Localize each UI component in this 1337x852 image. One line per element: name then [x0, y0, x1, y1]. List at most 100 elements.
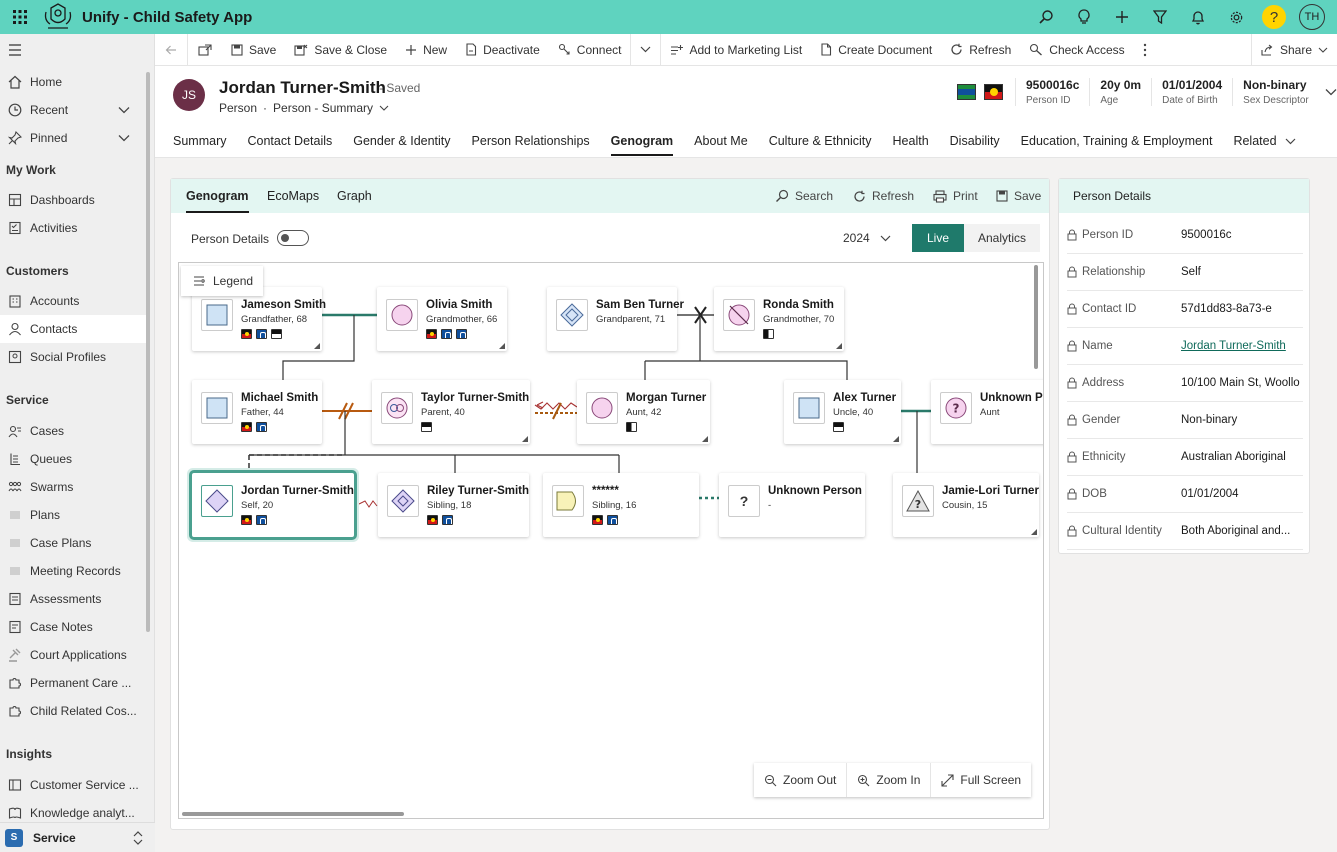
filter-icon[interactable]	[1141, 0, 1179, 34]
tab-education[interactable]: Education, Training & Employment	[1021, 126, 1213, 156]
chevron-down-icon[interactable]	[118, 134, 130, 142]
area-switcher[interactable]: S Service	[0, 822, 155, 852]
tab-about-me[interactable]: About Me	[694, 126, 748, 156]
person-card[interactable]: Ronda Smith Grandmother, 70	[714, 287, 844, 351]
more-commands-button[interactable]	[1134, 34, 1156, 66]
bell-icon[interactable]	[1179, 0, 1217, 34]
live-button[interactable]: Live	[912, 224, 964, 252]
sidebar-item-pinned[interactable]: Pinned	[0, 124, 150, 152]
person-card[interactable]: Sam Ben Turner Grandparent, 71	[547, 287, 684, 351]
check-access-button[interactable]: Check Access	[1020, 34, 1133, 66]
search-icon[interactable]	[1027, 0, 1065, 34]
tab-genogram-view[interactable]: Genogram	[186, 179, 249, 213]
sidebar-item-assessments[interactable]: Assessments	[0, 585, 150, 613]
connect-dropdown-button[interactable]	[631, 34, 660, 66]
resize-handle-icon[interactable]	[1031, 529, 1037, 535]
genogram-print-button[interactable]: Print	[933, 179, 978, 213]
sidebar-item-meeting-records[interactable]: Meeting Records	[0, 557, 150, 585]
sidebar-item-activities[interactable]: Activities	[0, 214, 150, 242]
add-icon[interactable]	[1103, 0, 1141, 34]
sidebar-item-court-applications[interactable]: Court Applications	[0, 641, 150, 669]
person-card-selected[interactable]: Jordan Turner-Smith Self, 20	[189, 470, 357, 540]
tab-related[interactable]: Related	[1233, 126, 1276, 156]
person-card[interactable]: Taylor Turner-Smith Parent, 40	[372, 380, 530, 444]
genogram-search-button[interactable]: Search	[775, 179, 833, 213]
person-card[interactable]: Riley Turner-Smith Sibling, 18	[378, 473, 529, 537]
tab-contact-details[interactable]: Contact Details	[247, 126, 332, 156]
open-new-window-button[interactable]	[188, 34, 222, 66]
form-selector[interactable]: Person - Summary	[273, 101, 373, 115]
gear-icon[interactable]	[1217, 0, 1255, 34]
legend-button[interactable]: Legend	[181, 266, 263, 296]
year-dropdown[interactable]: 2024	[843, 231, 891, 245]
resize-handle-icon[interactable]	[893, 436, 899, 442]
canvas-vertical-scrollbar[interactable]	[1034, 265, 1038, 369]
connect-button[interactable]: Connect	[549, 34, 631, 66]
deactivate-button[interactable]: Deactivate	[456, 34, 549, 66]
save-and-close-button[interactable]: Save & Close	[285, 34, 396, 66]
tab-health[interactable]: Health	[893, 126, 929, 156]
person-card[interactable]: ? Jamie-Lori Turner Cousin, 15	[893, 473, 1039, 537]
sidebar-item-accounts[interactable]: Accounts	[0, 287, 150, 315]
add-to-marketing-list-button[interactable]: Add to Marketing List	[661, 34, 811, 66]
zoom-out-button[interactable]: Zoom Out	[754, 763, 848, 797]
hamburger-menu-button[interactable]	[0, 36, 150, 64]
person-card[interactable]: ? Unknown Person -	[719, 473, 865, 537]
resize-handle-icon[interactable]	[702, 436, 708, 442]
sidebar-item-contacts[interactable]: Contacts	[0, 315, 150, 343]
sidebar-item-permanent-care[interactable]: Permanent Care ...	[0, 669, 150, 697]
sidebar-item-case-plans[interactable]: Case Plans	[0, 529, 150, 557]
zoom-in-button[interactable]: Zoom In	[847, 763, 932, 797]
resize-handle-icon[interactable]	[522, 436, 528, 442]
genogram-canvas[interactable]: Jameson Smith Grandfather, 68 Olivia Smi…	[178, 262, 1044, 819]
sidebar-item-queues[interactable]: Queues	[0, 445, 150, 473]
person-card[interactable]: ? Unknown Pa Aunt	[931, 380, 1043, 444]
person-card[interactable]: Morgan Turner Aunt, 42	[577, 380, 710, 444]
sidebar-item-social-profiles[interactable]: Social Profiles	[0, 343, 150, 371]
sidebar-item-recent[interactable]: Recent	[0, 96, 150, 124]
person-card[interactable]: ****** Sibling, 16	[543, 473, 699, 537]
refresh-button[interactable]: Refresh	[941, 34, 1020, 66]
resize-handle-icon[interactable]	[314, 343, 320, 349]
sidebar-item-home[interactable]: Home	[0, 68, 150, 96]
help-button[interactable]: ?	[1255, 0, 1293, 34]
lightbulb-icon[interactable]	[1065, 0, 1103, 34]
person-card[interactable]: Alex Turner Uncle, 40	[784, 380, 901, 444]
sidebar-scrollbar[interactable]	[146, 72, 150, 632]
canvas-horizontal-scrollbar[interactable]	[182, 812, 404, 816]
tab-graph[interactable]: Graph	[337, 179, 372, 213]
sidebar-item-case-notes[interactable]: Case Notes	[0, 613, 150, 641]
tab-genogram[interactable]: Genogram	[610, 126, 673, 156]
sidebar-item-cases[interactable]: Cases	[0, 417, 150, 445]
expand-header-icon[interactable]	[1319, 78, 1337, 96]
tab-ecomaps[interactable]: EcoMaps	[267, 179, 319, 213]
chevron-down-icon[interactable]	[1285, 126, 1296, 156]
sidebar-item-child-related-costs[interactable]: Child Related Cos...	[0, 697, 150, 725]
tab-gender-identity[interactable]: Gender & Identity	[353, 126, 450, 156]
share-button[interactable]: Share	[1252, 34, 1337, 66]
sidebar-item-swarms[interactable]: Swarms	[0, 473, 150, 501]
app-launcher-icon[interactable]	[6, 10, 34, 24]
tab-culture-ethnicity[interactable]: Culture & Ethnicity	[769, 126, 872, 156]
chevron-down-icon[interactable]	[118, 106, 130, 114]
person-details-toggle[interactable]	[277, 230, 309, 246]
tab-summary[interactable]: Summary	[173, 126, 226, 156]
analytics-button[interactable]: Analytics	[964, 224, 1040, 252]
create-document-button[interactable]: Create Document	[811, 34, 941, 66]
sidebar-item-plans[interactable]: Plans	[0, 501, 150, 529]
resize-handle-icon[interactable]	[499, 343, 505, 349]
genogram-refresh-button[interactable]: Refresh	[853, 179, 914, 213]
back-button[interactable]	[155, 34, 187, 66]
sidebar-item-customer-service[interactable]: Customer Service ...	[0, 771, 150, 799]
full-screen-button[interactable]: Full Screen	[931, 763, 1031, 797]
tab-disability[interactable]: Disability	[950, 126, 1000, 156]
genogram-save-button[interactable]: Save	[996, 179, 1041, 213]
sidebar-item-dashboards[interactable]: Dashboards	[0, 186, 150, 214]
user-avatar-button[interactable]: TH	[1293, 0, 1331, 34]
new-button[interactable]: New	[396, 34, 456, 66]
resize-handle-icon[interactable]	[836, 343, 842, 349]
person-card[interactable]: Michael Smith Father, 44	[192, 380, 322, 444]
person-card[interactable]: Jameson Smith Grandfather, 68	[192, 287, 326, 351]
tab-person-relationships[interactable]: Person Relationships	[472, 126, 590, 156]
detail-name-link[interactable]: Jordan Turner-Smith	[1181, 340, 1301, 352]
